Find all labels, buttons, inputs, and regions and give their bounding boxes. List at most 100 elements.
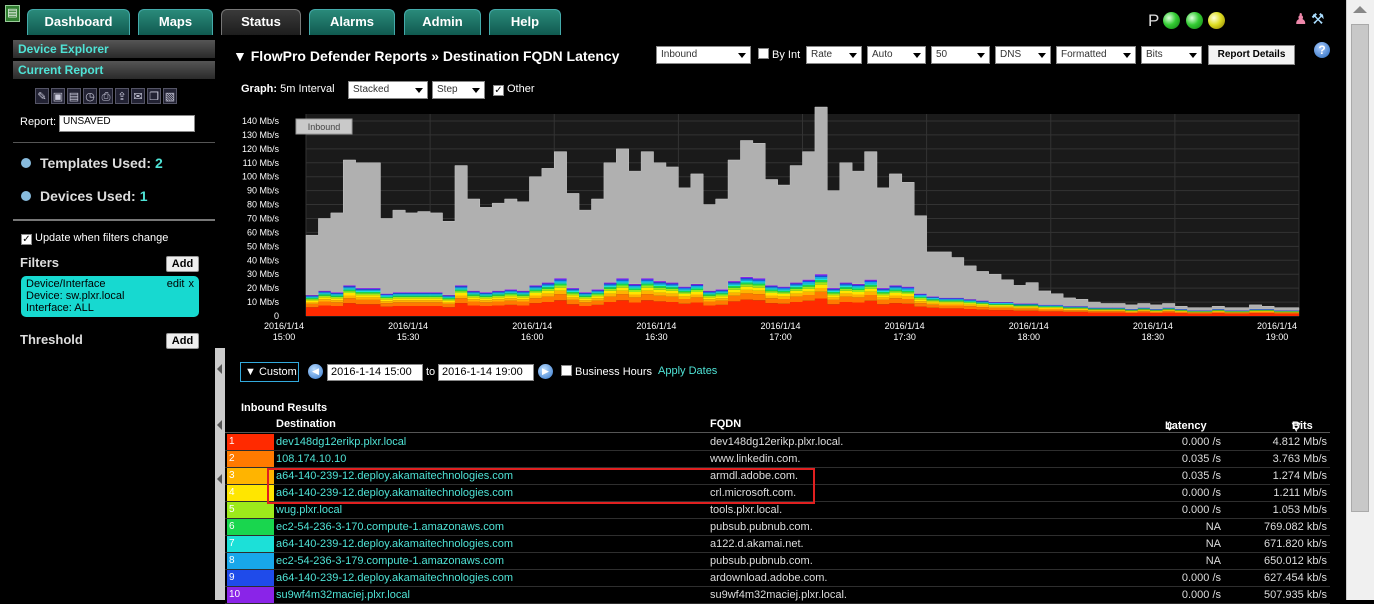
destination-link[interactable]: a64-140-239-12.deploy.akamaitechnologies… [276, 572, 513, 584]
date-to-input[interactable]: 2016-1-14 19:00 [438, 364, 534, 381]
expand-icon[interactable] [21, 191, 31, 201]
device-explorer-header[interactable]: Device Explorer [13, 40, 215, 58]
graph-mode-select[interactable]: Stacked [348, 81, 428, 99]
table-row[interactable]: 2 108.174.10.10 www.linkedin.com. 0.035 /s 3… [225, 451, 1330, 468]
report-details-button[interactable]: Report Details [1208, 45, 1295, 65]
scrollbar-thumb[interactable] [1351, 24, 1369, 512]
save-as-icon[interactable]: ▤ [67, 88, 81, 104]
save-icon[interactable]: ▣ [51, 88, 65, 104]
legend-label: Inbound [308, 122, 341, 132]
date-from-input[interactable]: 2016-1-14 15:00 [327, 364, 423, 381]
x-tick-date: 2016/1/14 [1133, 321, 1173, 331]
dns-select[interactable]: DNS [995, 46, 1051, 64]
row-color-swatch: 2 [227, 451, 274, 467]
collapse-icon[interactable] [217, 474, 222, 484]
table-row[interactable]: 8 ec2-54-236-3-179.compute-1.amazonaws.co… [225, 553, 1330, 570]
status-light-icon[interactable] [1163, 12, 1180, 29]
report-name-input[interactable]: UNSAVED [59, 115, 195, 132]
destination-link[interactable]: ec2-54-236-3-170.compute-1.amazonaws.com [276, 521, 504, 533]
tab-alarms[interactable]: Alarms [309, 9, 395, 35]
filters-title: Filters [20, 255, 60, 270]
tab-help[interactable]: Help [489, 9, 561, 35]
templates-label: Templates Used: [40, 155, 151, 171]
table-row[interactable]: 5 wug.plxr.local tools.plxr.local. 0.000 /s… [225, 502, 1330, 519]
rate-select[interactable]: Rate [806, 46, 862, 64]
pdf-icon[interactable]: ▧ [163, 88, 177, 104]
destination-link[interactable]: ec2-54-236-3-179.compute-1.amazonaws.com [276, 555, 504, 567]
status-light-icon[interactable] [1208, 12, 1225, 29]
export-icon[interactable]: ⇪ [115, 88, 129, 104]
direction-select[interactable]: Inbound [656, 46, 751, 64]
devices-label: Devices Used: [40, 188, 136, 204]
tab-admin[interactable]: Admin [404, 9, 481, 35]
user-icon[interactable]: ♟ [1294, 10, 1307, 28]
wrench-icon[interactable]: ⚒ [1311, 10, 1324, 28]
page-scrollbar[interactable] [1346, 0, 1374, 600]
destination-link[interactable]: su9wf4m32maciej.plxr.local [276, 589, 410, 601]
column-fqdn[interactable]: FQDN [710, 418, 741, 430]
row-color-swatch: 6 [227, 519, 274, 535]
business-hours-checkbox[interactable] [561, 365, 572, 376]
tab-maps[interactable]: Maps [138, 9, 213, 35]
sort-desc-icon[interactable]: ▽ [1292, 420, 1300, 433]
apply-dates-link[interactable]: Apply Dates [658, 365, 717, 377]
tab-dashboard[interactable]: Dashboard [27, 9, 130, 35]
edit-filter-link[interactable]: edit [167, 278, 185, 290]
previous-range-icon[interactable]: ◀ [308, 364, 323, 379]
date-range-select[interactable]: ▼ Custom [240, 362, 299, 382]
by-int-option[interactable]: By Int [758, 48, 800, 61]
current-report-header[interactable]: Current Report [13, 61, 215, 79]
count-select[interactable]: 50 [931, 46, 990, 64]
row-color-swatch: 7 [227, 536, 274, 552]
table-row[interactable]: 1 dev148dg12erikp.plxr.local dev148dg12eri… [225, 434, 1330, 451]
update-filters-option[interactable]: ✓ Update when filters change [21, 232, 168, 245]
top-navigation: ▤ Dashboard Maps Status Alarms Admin Hel… [0, 0, 1346, 36]
main-panel: ▼ FlowPro Defender Reports » Destination… [225, 40, 1336, 604]
help-icon[interactable]: ? [1314, 42, 1330, 58]
business-hours-option[interactable]: Business Hours [561, 365, 652, 378]
open-icon[interactable]: ✎ [35, 88, 49, 104]
destination-link[interactable]: a64-140-239-12.deploy.akamaitechnologies… [276, 538, 513, 550]
add-filter-button[interactable]: Add [166, 256, 199, 272]
sort-both-icon[interactable]: ⇳ [1165, 420, 1174, 433]
app-logo-icon[interactable]: ▤ [5, 5, 20, 22]
other-checkbox[interactable]: ✓ [493, 85, 504, 96]
table-row[interactable]: 9 a64-140-239-12.deploy.akamaitechnologie… [225, 570, 1330, 587]
fqdn-cell: dev148dg12erikp.plxr.local. [710, 436, 844, 448]
destination-link[interactable]: dev148dg12erikp.plxr.local [276, 436, 406, 448]
scale-select[interactable]: Auto [867, 46, 926, 64]
add-threshold-button[interactable]: Add [166, 333, 199, 349]
business-hours-label: Business Hours [575, 366, 653, 378]
format-select[interactable]: Formatted [1056, 46, 1136, 64]
table-row[interactable]: 10 su9wf4m32maciej.plxr.local su9wf4m32mac… [225, 587, 1330, 604]
copy-icon[interactable]: ❐ [147, 88, 161, 104]
collapse-icon[interactable] [217, 364, 222, 374]
table-row[interactable]: 7 a64-140-239-12.deploy.akamaitechnologie… [225, 536, 1330, 553]
next-range-icon[interactable]: ▶ [538, 364, 553, 379]
traffic-chart[interactable]: 0 10 Mb/s 20 Mb/s 30 Mb/s 40 Mb/s 50 Mb/s 60 M… [231, 106, 1331, 351]
by-int-checkbox[interactable] [758, 48, 769, 59]
tab-status[interactable]: Status [221, 9, 301, 35]
sidebar-splitter[interactable] [215, 348, 225, 600]
scroll-up-icon[interactable] [1353, 6, 1367, 13]
devices-used[interactable]: Devices Used: 1 [21, 188, 148, 204]
email-icon[interactable]: ✉ [131, 88, 145, 104]
expand-icon[interactable] [21, 158, 31, 168]
destination-link[interactable]: wug.plxr.local [276, 504, 342, 516]
column-destination[interactable]: Destination [276, 418, 336, 430]
templates-used[interactable]: Templates Used: 2 [21, 155, 163, 171]
remove-filter-link[interactable]: x [189, 278, 195, 290]
status-light-icon[interactable] [1186, 12, 1203, 29]
table-row[interactable]: 6 ec2-54-236-3-170.compute-1.amazonaws.co… [225, 519, 1330, 536]
destination-link[interactable]: 108.174.10.10 [276, 453, 346, 465]
y-tick-label: 50 Mb/s [247, 241, 280, 251]
other-option[interactable]: ✓ Other [493, 83, 535, 96]
graph-step-select[interactable]: Step [432, 81, 485, 99]
update-filters-checkbox[interactable]: ✓ [21, 234, 32, 245]
units-select[interactable]: Bits [1141, 46, 1202, 64]
collapse-icon[interactable] [217, 420, 222, 430]
schedule-icon[interactable]: ◷ [83, 88, 97, 104]
print-icon[interactable]: ⎙ [99, 88, 113, 104]
bits-cell: 1.053 Mb/s [1272, 504, 1327, 516]
page-title[interactable]: ▼ FlowPro Defender Reports » Destination… [233, 48, 619, 64]
